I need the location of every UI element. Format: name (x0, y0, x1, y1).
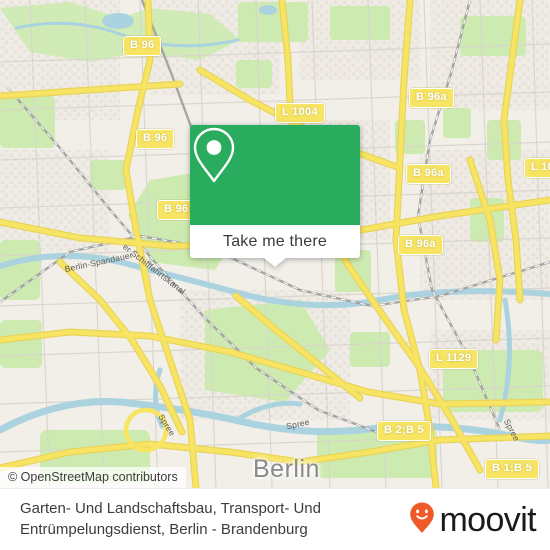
road-shield: L 1004 (275, 103, 325, 123)
take-me-there-label: Take me there (223, 232, 327, 250)
moovit-logo[interactable]: moovit (409, 500, 537, 539)
road-shield: B 2;B 5 (377, 421, 431, 441)
moovit-map-screenshot: B 96 B 96 B 96 B 96a B 96a B 96a L 1004 … (0, 0, 550, 550)
moovit-smiley-pin-icon (409, 501, 435, 539)
map-canvas[interactable]: B 96 B 96 B 96 B 96a B 96a B 96a L 1004 … (0, 0, 550, 488)
place-caption: Garten- Und Landschaftsbau, Transport- U… (20, 499, 321, 540)
road-shield: L 1129 (429, 349, 479, 369)
road-shield: B 96 (123, 36, 162, 56)
footer-bar: Garten- Und Landschaftsbau, Transport- U… (0, 488, 550, 550)
road-shield: B 96a (409, 88, 454, 108)
caption-line-2: Entrümpelungsdienst, Berlin - Brandenbur… (20, 520, 308, 538)
road-shield: B 96a (398, 235, 443, 255)
osm-attribution[interactable]: © OpenStreetMap contributors (0, 467, 186, 488)
callout-card-header (190, 125, 360, 225)
road-shield: B 96 (136, 129, 175, 149)
moovit-wordmark: moovit (439, 500, 536, 539)
road-shield: B 96a (406, 164, 451, 184)
take-me-there-button[interactable]: Take me there (190, 225, 360, 258)
city-label-berlin: Berlin (253, 455, 320, 483)
road-shield: B 1;B 5 (485, 459, 539, 479)
road-shield: L 10 (524, 158, 550, 178)
destination-callout-card[interactable]: Take me there (190, 125, 360, 267)
caption-line-1: Garten- Und Landschaftsbau, Transport- U… (20, 499, 321, 517)
callout-arrow (264, 258, 286, 267)
